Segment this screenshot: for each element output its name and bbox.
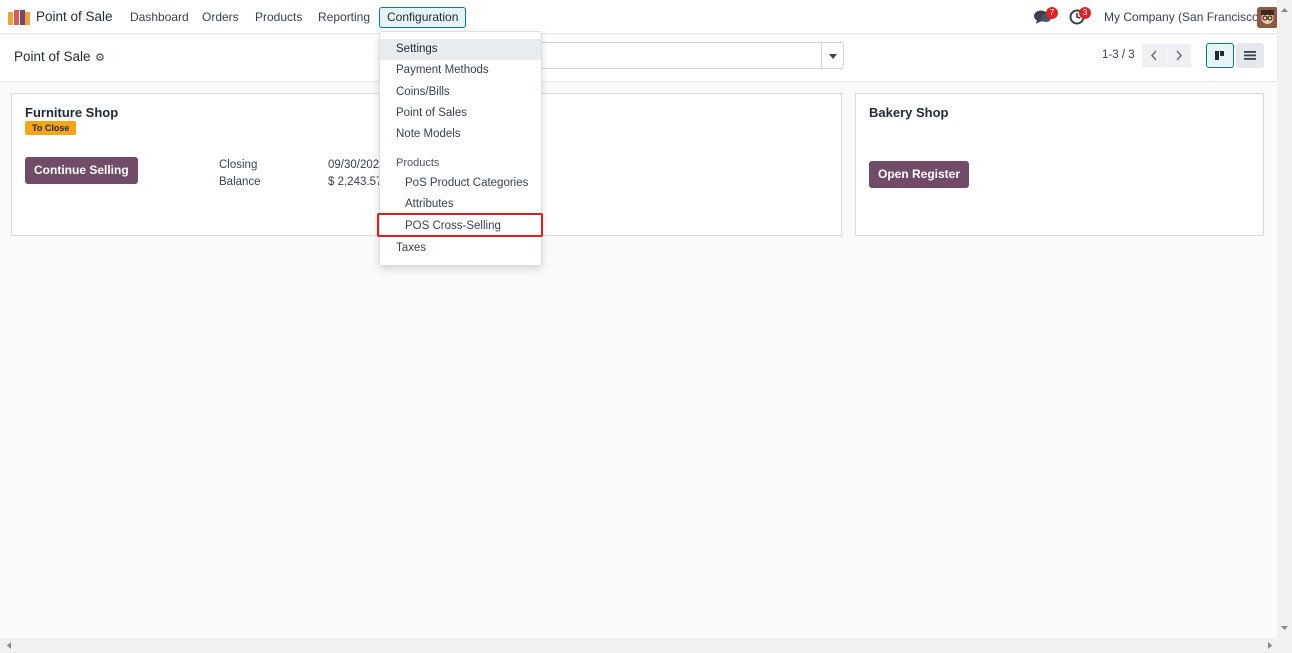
- nav-products[interactable]: Products: [255, 10, 302, 24]
- kanban-icon: [1215, 51, 1224, 60]
- search-input[interactable]: [540, 42, 822, 69]
- continue-selling-button[interactable]: Continue Selling: [25, 157, 138, 184]
- list-view-button[interactable]: [1236, 43, 1264, 68]
- vertical-scrollbar[interactable]: [1277, 0, 1292, 638]
- nav-dashboard[interactable]: Dashboard: [130, 10, 189, 24]
- menu-item-payment-methods[interactable]: Payment Methods: [380, 60, 541, 81]
- chevron-right-icon: [1176, 50, 1183, 61]
- pager-value[interactable]: 1-3 / 3: [1102, 49, 1135, 61]
- pager-next-button[interactable]: [1167, 44, 1191, 67]
- pos-app-icon[interactable]: [8, 9, 30, 25]
- activities-count-badge: 3: [1079, 7, 1091, 19]
- menu-item-point-of-sales[interactable]: Point of Sales: [380, 103, 541, 124]
- closing-label: Closing: [219, 159, 258, 171]
- nav-reporting[interactable]: Reporting: [318, 10, 370, 24]
- user-avatar[interactable]: [1257, 7, 1278, 28]
- pos-card-bakery-shop: Bakery Shop Open Register: [855, 93, 1264, 236]
- menu-item-settings[interactable]: Settings: [380, 39, 541, 60]
- list-icon: [1244, 51, 1256, 60]
- card-title[interactable]: Bakery Shop: [869, 105, 948, 120]
- menu-section-products: Products: [396, 157, 440, 169]
- kanban-view-button[interactable]: [1206, 43, 1234, 68]
- balance-value: $ 2,243.57: [328, 176, 383, 188]
- scroll-arrows-icon: [7, 642, 1272, 649]
- menu-item-note-models[interactable]: Note Models: [380, 124, 541, 145]
- top-navbar: Point of Sale Dashboard Orders Products …: [0, 0, 1278, 34]
- scroll-arrows-icon: [1281, 8, 1288, 630]
- horizontal-scrollbar[interactable]: [0, 638, 1292, 653]
- pager-previous-button[interactable]: [1142, 44, 1166, 67]
- menu-item-pos-product-categories[interactable]: PoS Product Categories: [380, 173, 541, 194]
- search-options-toggle[interactable]: [821, 42, 844, 69]
- menu-item-attributes[interactable]: Attributes: [380, 194, 541, 215]
- company-switcher[interactable]: My Company (San Francisco): [1104, 10, 1263, 24]
- open-register-button[interactable]: Open Register: [869, 161, 970, 188]
- balance-label: Balance: [219, 176, 261, 188]
- app-brand[interactable]: Point of Sale: [36, 9, 113, 24]
- menu-item-coins-bills[interactable]: Coins/Bills: [380, 82, 541, 103]
- menu-item-taxes[interactable]: Taxes: [380, 238, 541, 259]
- chevron-left-icon: [1150, 50, 1157, 61]
- control-panel: Point of Sale ⚙ 1-3 / 3: [0, 35, 1277, 82]
- nav-orders[interactable]: Orders: [202, 10, 239, 24]
- card-title[interactable]: Furniture Shop: [25, 105, 118, 120]
- menu-item-pos-cross-selling[interactable]: POS Cross-Selling: [380, 216, 541, 237]
- breadcrumb: Point of Sale: [14, 49, 91, 64]
- gear-icon[interactable]: ⚙: [95, 51, 105, 64]
- status-badge: To Close: [25, 121, 77, 135]
- nav-configuration[interactable]: Configuration: [379, 7, 467, 28]
- messages-count-badge: 7: [1046, 7, 1058, 19]
- configuration-menu: Settings Payment Methods Coins/Bills Poi…: [379, 31, 542, 266]
- closing-value: 09/30/202: [328, 159, 380, 171]
